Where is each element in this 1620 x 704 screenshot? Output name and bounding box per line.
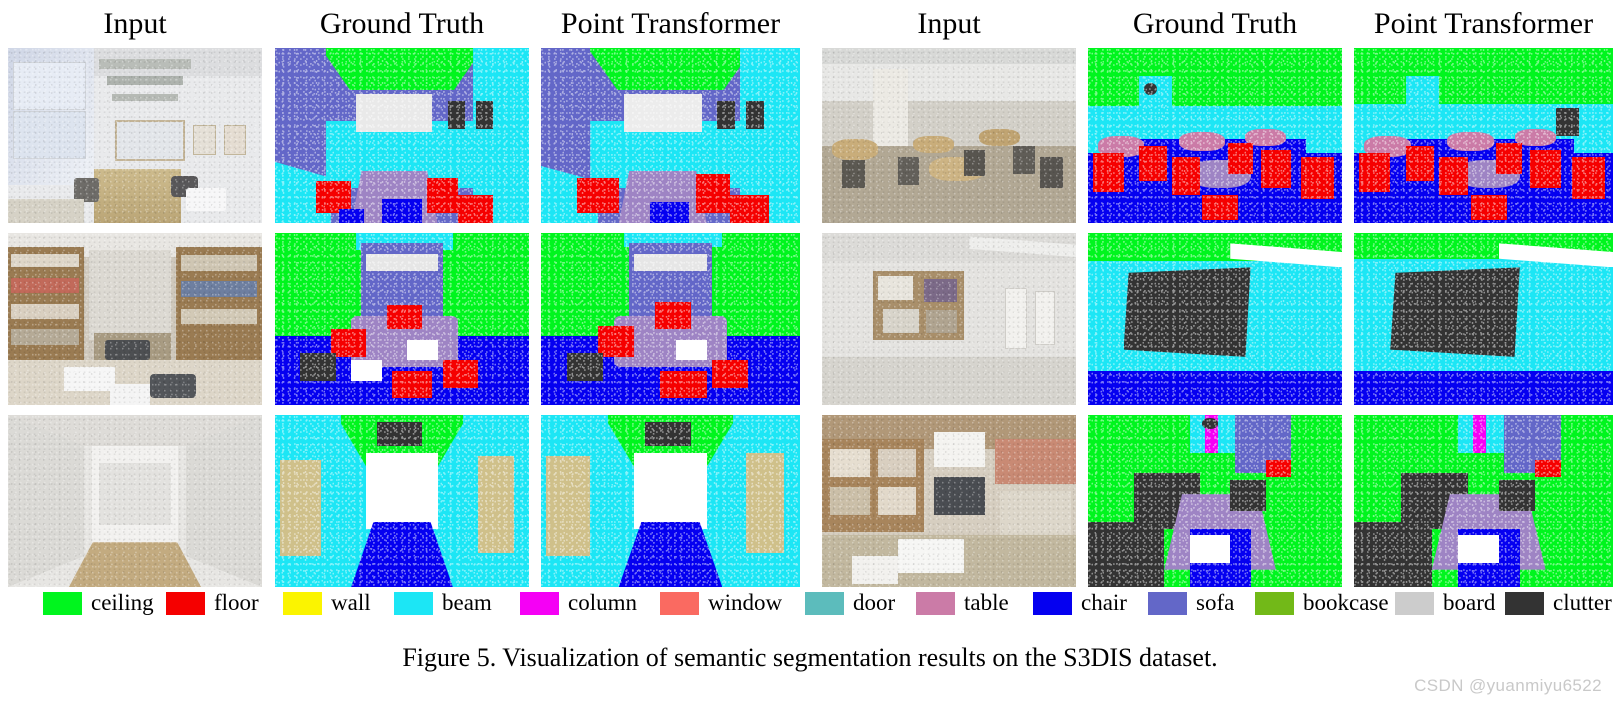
legend-label-clutter: clutter (1553, 590, 1612, 615)
legend-label-bookcase: bookcase (1303, 590, 1389, 615)
legend-label-floor: floor (214, 590, 259, 615)
panel-row2-pt-left (541, 233, 800, 405)
legend-item-sofa: sofa (1148, 588, 1234, 618)
panel-row3-input-right (822, 415, 1076, 587)
column-header-pt-left: Point Transformer (560, 7, 781, 40)
panel-row1-pt-left (541, 48, 800, 223)
panel-row2-input-left (8, 233, 262, 405)
legend-item-door: door (805, 588, 895, 618)
legend-swatch-ceiling (43, 591, 82, 615)
legend-item-board: board (1395, 588, 1495, 618)
legend-label-wall: wall (331, 590, 371, 615)
legend-item-floor: floor (166, 588, 259, 618)
panel-row2-gt-right (1088, 233, 1342, 405)
legend-swatch-floor (166, 591, 205, 615)
legend-label-beam: beam (442, 590, 492, 615)
panel-row3-gt-left (275, 415, 529, 587)
panel-row3-input-left (8, 415, 262, 587)
legend-label-ceiling: ceiling (91, 590, 154, 615)
legend-swatch-bookcase (1255, 591, 1294, 615)
column-header-input-left: Input (103, 7, 167, 40)
legend-swatch-door (805, 591, 844, 615)
legend-swatch-wall (283, 591, 322, 615)
figure-caption: Figure 5. Visualization of semantic segm… (402, 643, 1218, 672)
watermark: CSDN @yuanmiyu6522 (1414, 676, 1602, 695)
column-header-gt-left: Ground Truth (319, 7, 485, 40)
legend-swatch-clutter (1505, 591, 1544, 615)
panel-row2-gt-left (275, 233, 529, 405)
panel-row1-input-right (822, 48, 1076, 223)
legend-swatch-sofa (1148, 591, 1187, 615)
legend-item-ceiling: ceiling (43, 588, 154, 618)
legend-swatch-column (520, 591, 559, 615)
legend-item-wall: wall (283, 588, 371, 618)
legend-label-table: table (964, 590, 1009, 615)
figure-container: Input Ground Truth Point Transformer Inp… (0, 0, 1620, 704)
legend-item-bookcase: bookcase (1255, 588, 1389, 618)
legend-item-window: window (660, 588, 782, 618)
panel-row1-pt-right (1354, 48, 1613, 223)
legend-item-column: column (520, 588, 637, 618)
panel-row3-gt-right (1088, 415, 1342, 587)
legend-swatch-chair (1033, 591, 1072, 615)
legend-label-sofa: sofa (1196, 590, 1235, 615)
legend-swatch-window (660, 591, 699, 615)
legend-label-board: board (1443, 590, 1496, 615)
column-header-pt-right: Point Transformer (1373, 7, 1594, 40)
legend-label-door: door (853, 590, 896, 615)
legend-label-chair: chair (1081, 590, 1127, 615)
panel-row1-input-left (8, 48, 262, 223)
legend-swatch-beam (394, 591, 433, 615)
legend-label-window: window (708, 590, 783, 615)
legend-swatch-table (916, 591, 955, 615)
legend-label-column: column (568, 590, 637, 615)
panel-row2-pt-right (1354, 233, 1613, 405)
column-headers: Input Ground Truth Point Transformer Inp… (0, 6, 1620, 42)
panel-row1-gt-right (1088, 48, 1342, 223)
legend-item-table: table (916, 588, 1009, 618)
column-header-input-right: Input (917, 7, 981, 40)
legend-item-clutter: clutter (1505, 588, 1612, 618)
panel-row2-input-right (822, 233, 1076, 405)
panel-row1-gt-left (275, 48, 529, 223)
legend-item-beam: beam (394, 588, 492, 618)
legend-swatch-board (1395, 591, 1434, 615)
column-header-gt-right: Ground Truth (1132, 7, 1298, 40)
panel-row3-pt-right (1354, 415, 1613, 587)
panel-row3-pt-left (541, 415, 800, 587)
legend-item-chair: chair (1033, 588, 1127, 618)
legend: ceiling floor wall beam column window do… (0, 588, 1620, 618)
